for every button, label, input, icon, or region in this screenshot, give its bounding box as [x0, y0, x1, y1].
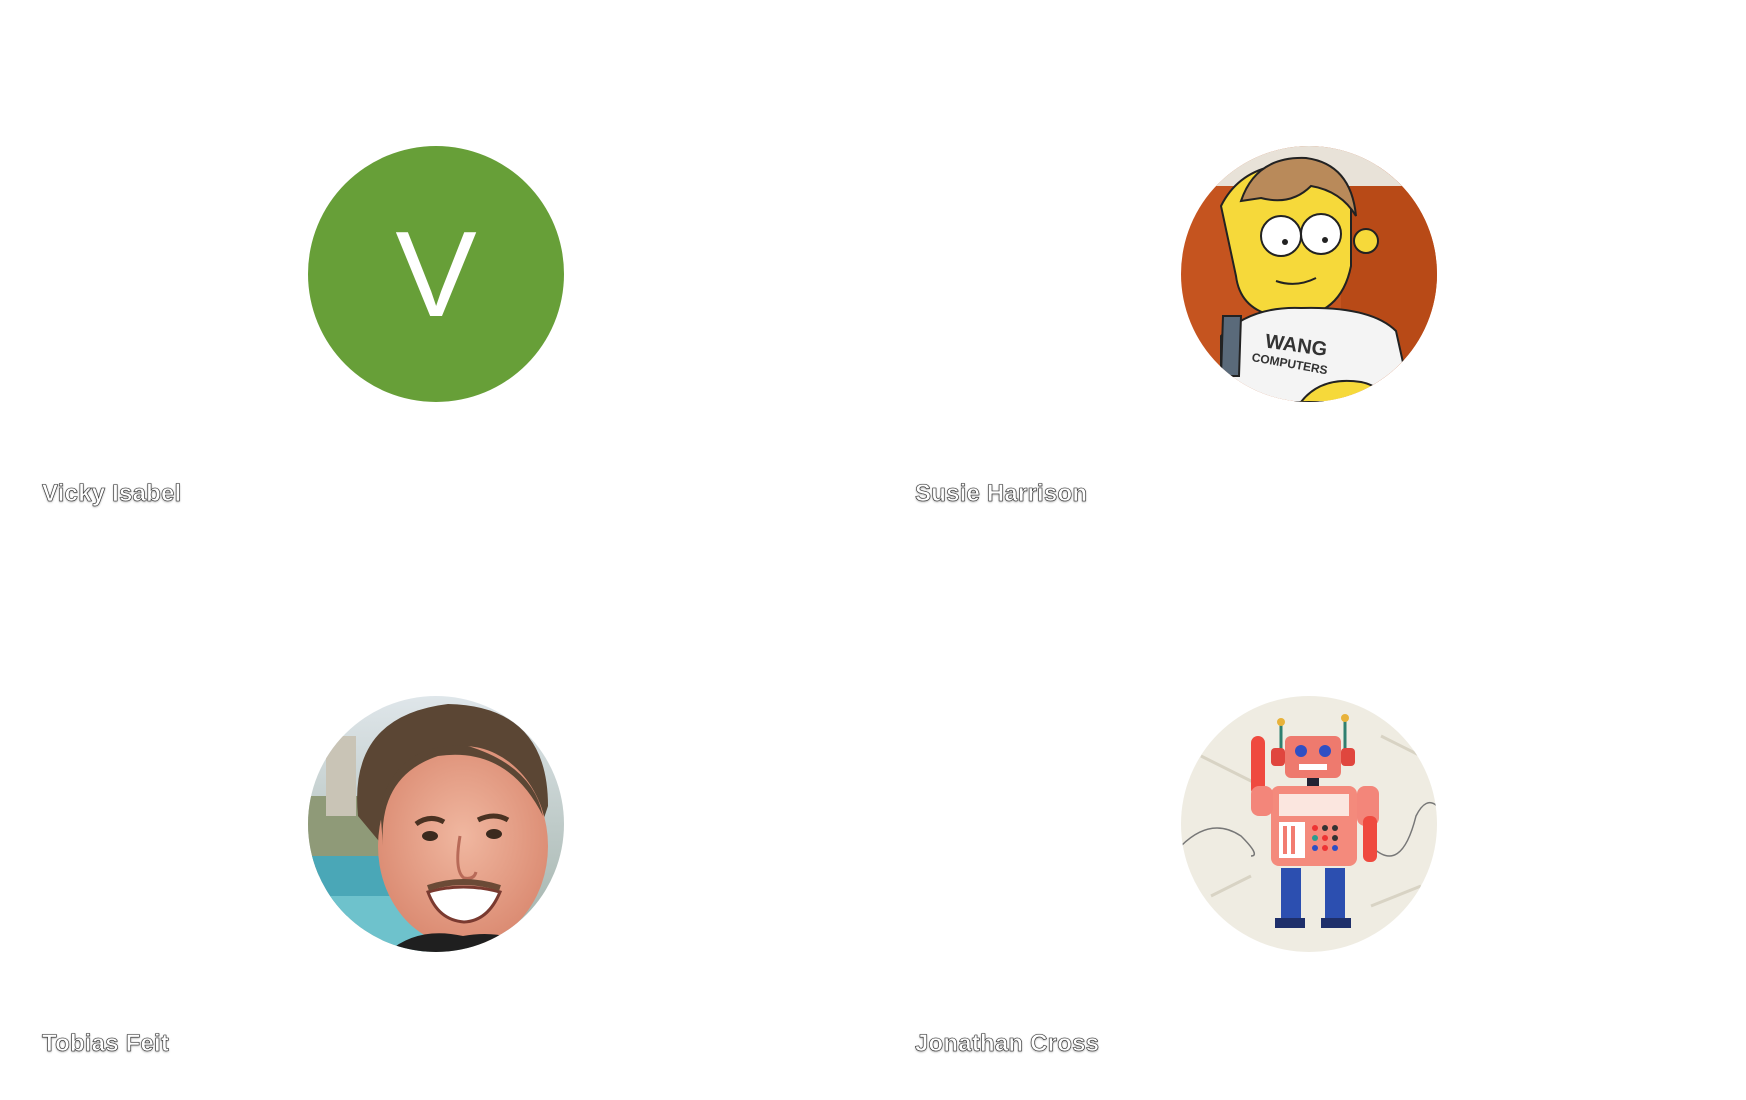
participant-tile[interactable]: Tobias Feit: [0, 550, 873, 1100]
participant-tile[interactable]: V Vicky Isabel: [0, 0, 873, 550]
participant-name: Vicky Isabel: [42, 480, 182, 508]
participant-tile[interactable]: WANG COMPUTERS Susie Harrison: [873, 0, 1746, 550]
participant-name: Tobias Feit: [42, 1030, 170, 1058]
robot-avatar-image: [1181, 696, 1437, 952]
participant-name: Jonathan Cross: [915, 1030, 1100, 1058]
avatar: [1181, 696, 1437, 952]
photo-avatar-image: [308, 696, 564, 952]
cartoon-avatar-image: WANG COMPUTERS: [1181, 146, 1437, 402]
avatar-initial: V: [395, 206, 477, 342]
participant-tile[interactable]: Jonathan Cross: [873, 550, 1746, 1100]
avatar: WANG COMPUTERS: [1181, 146, 1437, 402]
participant-grid: V Vicky Isabel WANG COMPUTERS Susie Harr…: [0, 0, 1746, 1100]
avatar: V: [308, 146, 564, 402]
avatar: [308, 696, 564, 952]
participant-name: Susie Harrison: [915, 480, 1088, 508]
